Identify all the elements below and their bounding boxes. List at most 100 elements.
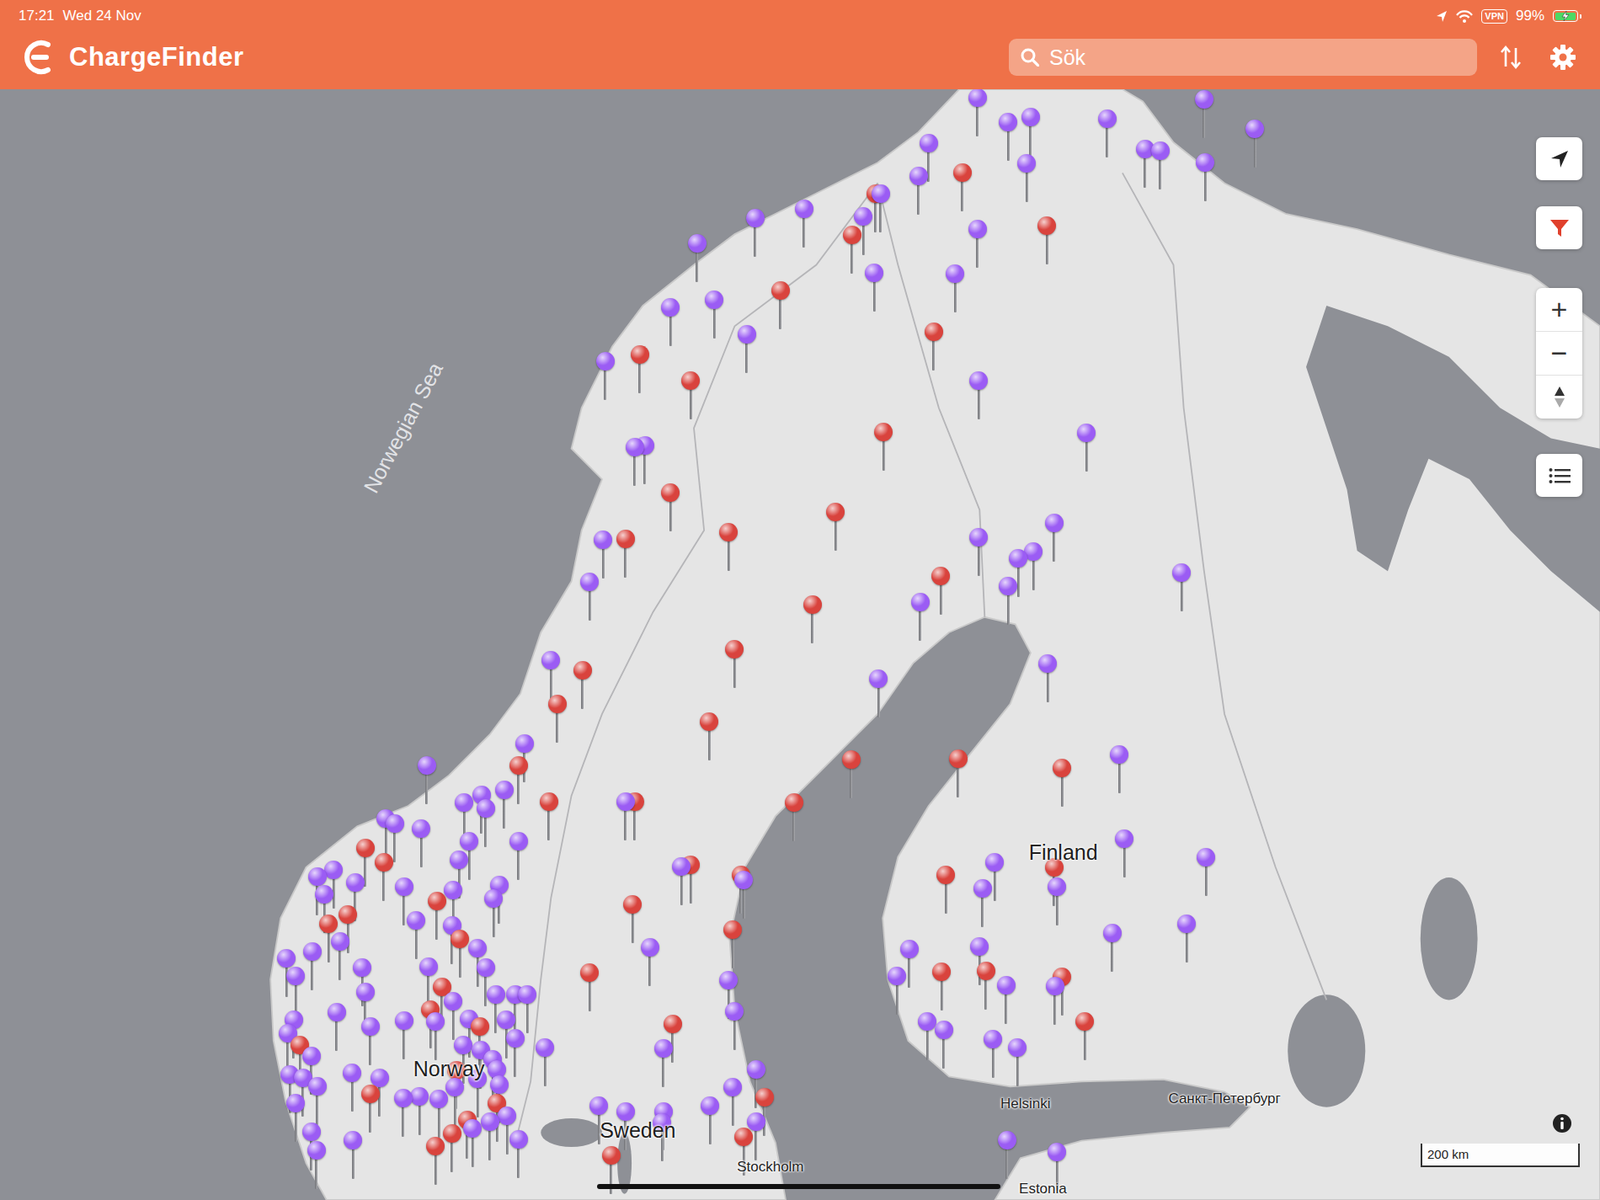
pin-head[interactable]	[909, 166, 928, 186]
pin-head[interactable]	[602, 1146, 621, 1165]
pin-head[interactable]	[385, 814, 405, 833]
pin-head[interactable]	[654, 1039, 673, 1058]
list-button[interactable]	[1536, 453, 1583, 497]
settings-button[interactable]	[1544, 38, 1582, 76]
pin-head[interactable]	[517, 985, 537, 1004]
pin-head[interactable]	[509, 756, 528, 775]
pin-head[interactable]	[997, 976, 1016, 995]
info-icon[interactable]	[1552, 1113, 1573, 1134]
pin-head[interactable]	[663, 1014, 683, 1034]
pin-head[interactable]	[1151, 141, 1170, 160]
pin-head[interactable]	[746, 1112, 766, 1131]
pin-head[interactable]	[931, 566, 950, 586]
pin-head[interactable]	[302, 1122, 321, 1142]
pin-head[interactable]	[1045, 976, 1065, 996]
pin-head[interactable]	[497, 1106, 517, 1126]
pin-head[interactable]	[476, 799, 496, 818]
pin-head[interactable]	[719, 970, 738, 990]
pin-head[interactable]	[443, 880, 463, 900]
pin-head[interactable]	[506, 1029, 525, 1048]
pin-head[interactable]	[1021, 107, 1040, 127]
pin-head[interactable]	[997, 1130, 1017, 1150]
pin-head[interactable]	[445, 1077, 464, 1097]
pin-head[interactable]	[539, 792, 559, 811]
pin-head[interactable]	[286, 966, 305, 986]
filter-button[interactable]	[1536, 206, 1583, 250]
pin-head[interactable]	[803, 595, 822, 614]
pin-head[interactable]	[454, 793, 474, 812]
pin-head[interactable]	[307, 1141, 326, 1160]
pin-head[interactable]	[449, 850, 469, 870]
pin-head[interactable]	[346, 873, 365, 892]
pin-head[interactable]	[746, 208, 765, 228]
pin-head[interactable]	[998, 112, 1018, 132]
pin-head[interactable]	[356, 838, 375, 858]
pin-head[interactable]	[417, 756, 437, 775]
pin-head[interactable]	[314, 885, 334, 904]
pin-head[interactable]	[1098, 109, 1117, 128]
pin-head[interactable]	[410, 1087, 429, 1106]
logo-icon[interactable]	[20, 39, 54, 75]
pin-head[interactable]	[476, 958, 496, 977]
search-input[interactable]	[1047, 44, 1466, 71]
pin-head[interactable]	[970, 937, 989, 956]
pin-head[interactable]	[1045, 513, 1064, 533]
pin-head[interactable]	[616, 529, 635, 549]
pin-head[interactable]	[394, 1011, 414, 1030]
pin-head[interactable]	[616, 792, 635, 811]
pin-head[interactable]	[319, 914, 338, 934]
pin-head[interactable]	[640, 938, 660, 957]
pin-head[interactable]	[949, 749, 968, 768]
pin-head[interactable]	[1194, 90, 1214, 109]
route-button[interactable]	[1492, 38, 1530, 76]
pin-head[interactable]	[327, 1002, 347, 1022]
pin-head[interactable]	[486, 985, 506, 1004]
pin-head[interactable]	[700, 1096, 720, 1115]
pin-head[interactable]	[324, 860, 343, 880]
map[interactable]: Norwegian SeaFinlandNorwaySwedenStockhol…	[0, 89, 1600, 1200]
pin-head[interactable]	[330, 932, 350, 951]
pin-head[interactable]	[871, 184, 891, 203]
pin-head[interactable]	[771, 281, 790, 300]
pin-head[interactable]	[755, 1088, 774, 1107]
pin-head[interactable]	[394, 877, 414, 896]
pin-head[interactable]	[308, 1077, 327, 1096]
pin-head[interactable]	[509, 1130, 528, 1149]
pin-head[interactable]	[480, 1112, 500, 1131]
pin-head[interactable]	[623, 895, 642, 914]
pin-head[interactable]	[969, 528, 988, 547]
pin-head[interactable]	[842, 750, 861, 769]
search-field[interactable]	[1008, 38, 1478, 76]
pin-head[interactable]	[419, 957, 438, 976]
pin-head[interactable]	[887, 966, 907, 986]
pin-head[interactable]	[427, 891, 447, 911]
pin-head[interactable]	[596, 352, 615, 371]
pin-head[interactable]	[303, 942, 322, 961]
pin-head[interactable]	[361, 1017, 380, 1036]
pin-head[interactable]	[1008, 1038, 1027, 1057]
pin-head[interactable]	[998, 576, 1018, 596]
zoom-out-button[interactable]: −	[1536, 330, 1583, 375]
pin-head[interactable]	[484, 889, 503, 908]
pin-head[interactable]	[968, 219, 987, 239]
pin-head[interactable]	[936, 865, 955, 885]
pin-head[interactable]	[548, 694, 567, 714]
pin-head[interactable]	[924, 322, 944, 342]
pin-head[interactable]	[661, 483, 680, 502]
home-indicator[interactable]	[597, 1184, 1001, 1190]
pin-head[interactable]	[784, 793, 804, 812]
pin-head[interactable]	[688, 234, 707, 253]
pin-head[interactable]	[495, 780, 514, 800]
pin-head[interactable]	[973, 879, 992, 898]
pin-head[interactable]	[394, 1088, 413, 1108]
pin-head[interactable]	[976, 961, 996, 981]
pin-head[interactable]	[589, 1096, 608, 1115]
pin-head[interactable]	[630, 345, 650, 364]
pin-head[interactable]	[625, 437, 645, 457]
pin-head[interactable]	[794, 199, 814, 219]
pin-head[interactable]	[968, 89, 987, 107]
pin-head[interactable]	[468, 938, 487, 958]
pin-head[interactable]	[490, 1075, 509, 1094]
pin-head[interactable]	[1103, 923, 1122, 943]
pin-head[interactable]	[509, 832, 528, 851]
